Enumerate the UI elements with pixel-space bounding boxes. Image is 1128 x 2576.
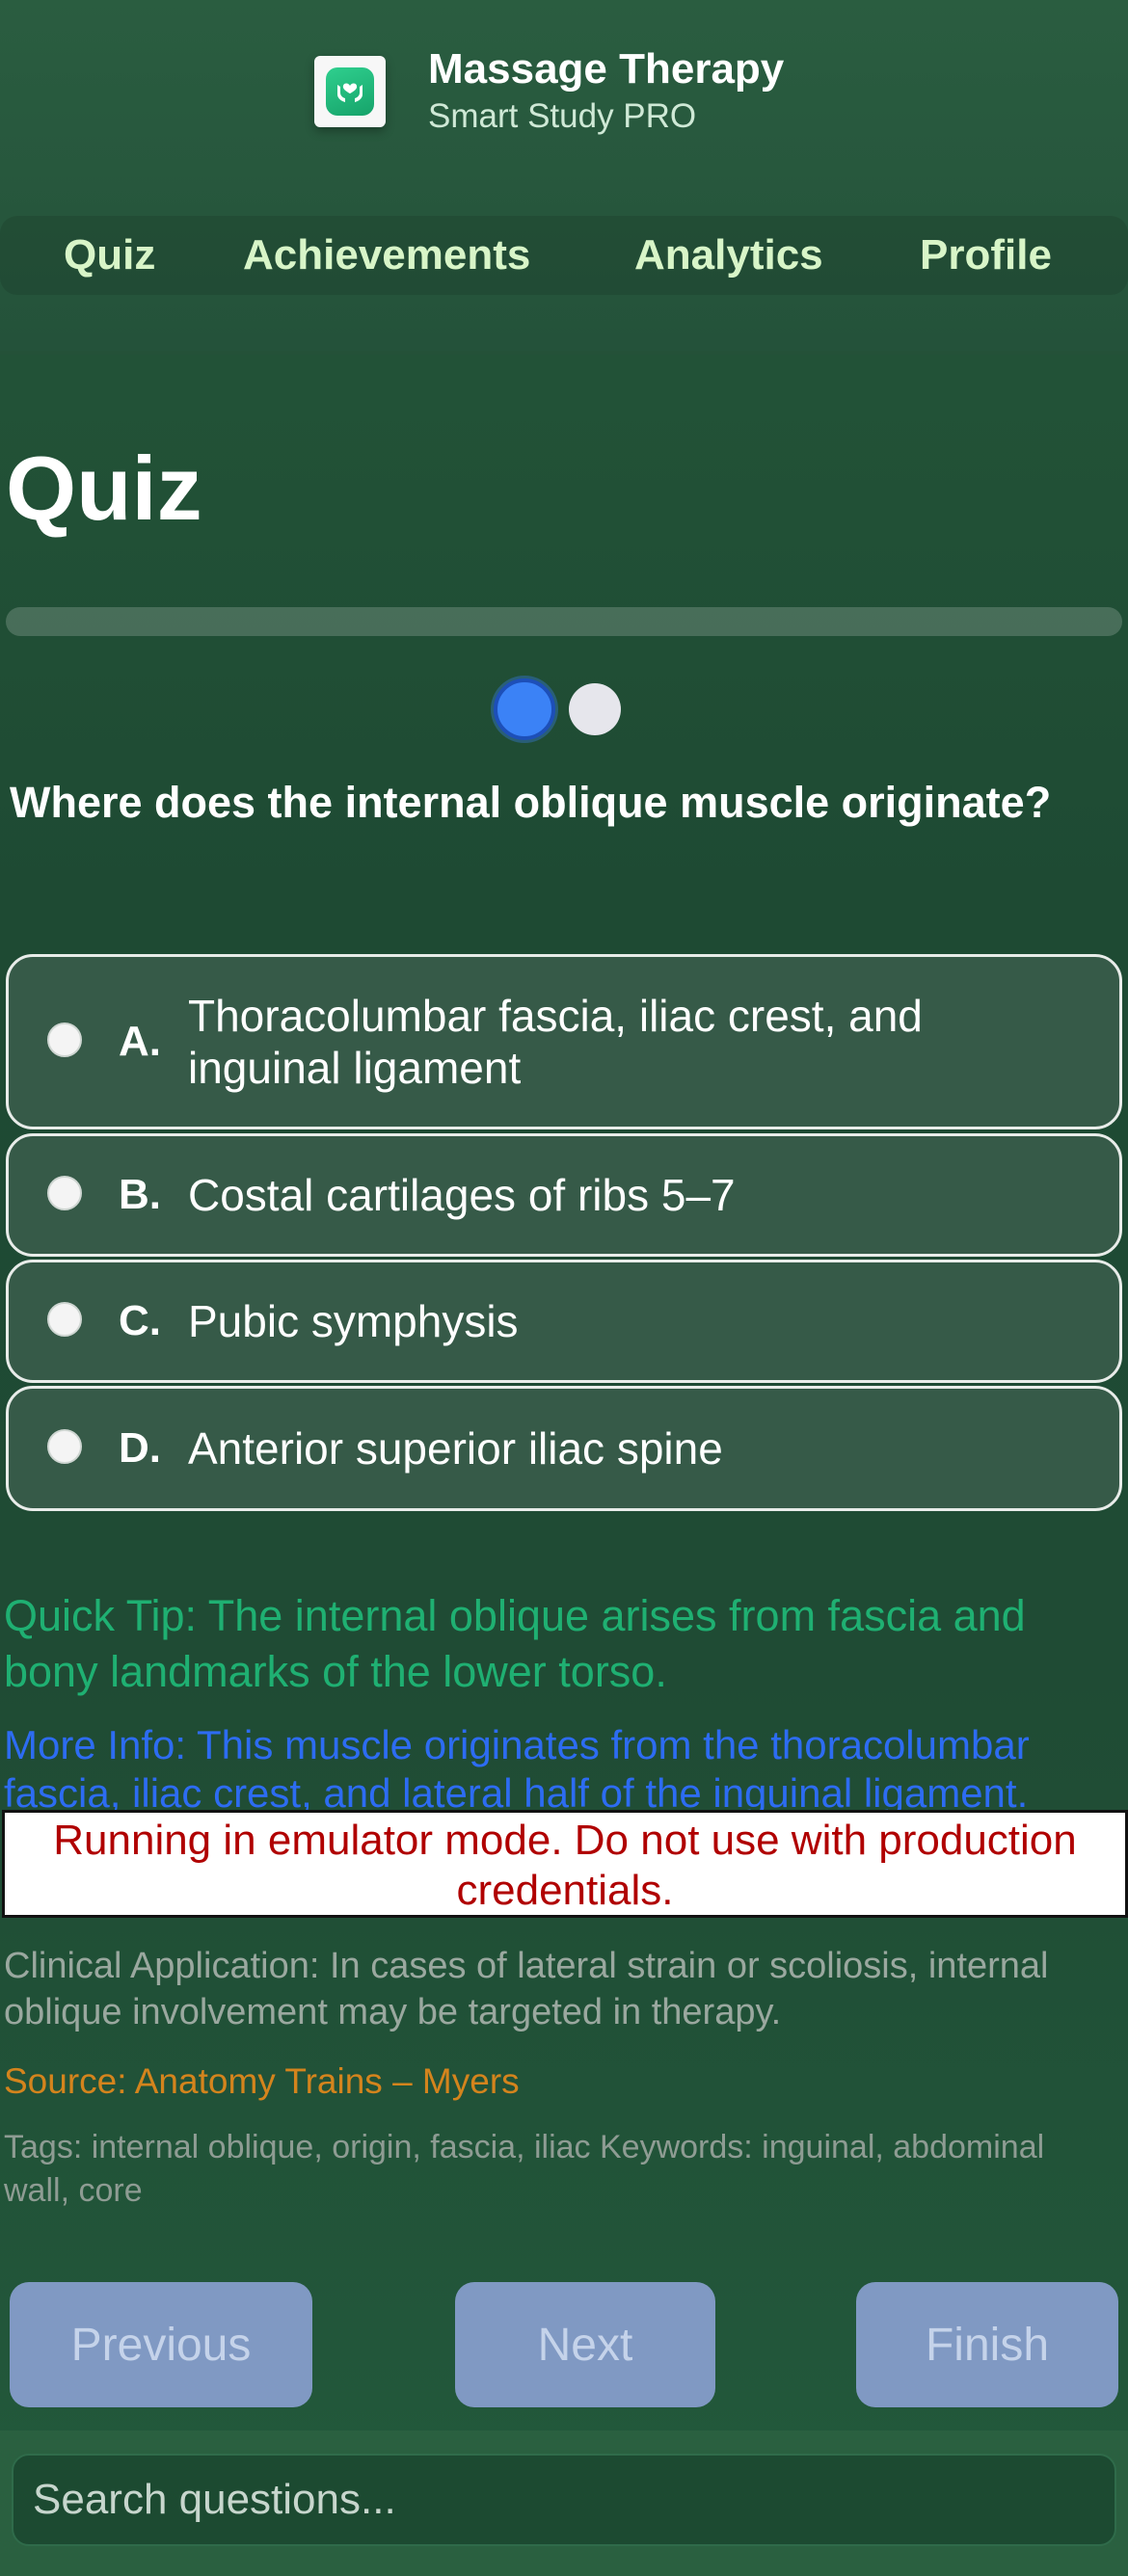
option-c[interactable]: C. Pubic symphysis — [6, 1260, 1122, 1383]
question-text: Where does the internal oblique muscle o… — [10, 778, 1052, 827]
progress-bar — [6, 607, 1122, 636]
option-letter: C. — [119, 1297, 161, 1344]
pager-dot-current[interactable] — [494, 678, 555, 740]
quick-tip: Quick Tip: The internal oblique arises f… — [4, 1591, 1026, 1696]
hands-heart-icon — [337, 83, 363, 102]
option-b[interactable]: B. Costal cartilages of ribs 5–7 — [6, 1133, 1122, 1257]
option-a[interactable]: A. Thoracolumbar fascia, iliac crest, an… — [6, 954, 1122, 1129]
option-letter: D. — [119, 1424, 161, 1472]
radio-button[interactable] — [47, 1022, 82, 1057]
more-info: More Info: This muscle originates from t… — [4, 1722, 1030, 1816]
option-d[interactable]: D. Anterior superior iliac spine — [6, 1386, 1122, 1511]
option-letter: B. — [119, 1171, 161, 1218]
option-text: Thoracolumbar fascia, iliac crest, and i… — [188, 991, 923, 1093]
app-title: Massage Therapy — [428, 45, 785, 93]
radio-button[interactable] — [47, 1176, 82, 1210]
nav-bar: Quiz Achievements Analytics Profile — [0, 216, 1128, 295]
finish-button[interactable]: Finish — [856, 2282, 1118, 2407]
nav-item-analytics[interactable]: Analytics — [634, 227, 823, 283]
option-text: Costal cartilages of ribs 5–7 — [188, 1170, 736, 1220]
option-text: Anterior superior iliac spine — [188, 1423, 723, 1474]
page-title: Quiz — [6, 438, 202, 539]
nav-item-achievements[interactable]: Achievements — [243, 227, 530, 283]
nav-item-quiz[interactable]: Quiz — [64, 227, 155, 283]
radio-button[interactable] — [47, 1302, 82, 1337]
app-subtitle: Smart Study PRO — [428, 97, 697, 135]
clinical-application: Clinical Application: In cases of latera… — [4, 1946, 1049, 2032]
question-pager — [494, 678, 621, 740]
nav-item-profile[interactable]: Profile — [920, 227, 1052, 283]
radio-button[interactable] — [47, 1429, 82, 1464]
option-letter: A. — [119, 1018, 161, 1065]
next-button[interactable]: Next — [455, 2282, 715, 2407]
source-citation: Source: Anatomy Trains – Myers — [4, 2061, 520, 2101]
search-input[interactable] — [12, 2454, 1116, 2546]
emulator-warning-banner: Running in emulator mode. Do not use wit… — [2, 1810, 1128, 1918]
brand: Massage Therapy Smart Study PRO — [314, 44, 784, 139]
option-text: Pubic symphysis — [188, 1296, 519, 1346]
tags-keywords: Tags: internal oblique, origin, fascia, … — [4, 2129, 1045, 2209]
app-logo-icon — [314, 56, 386, 127]
pager-dot[interactable] — [569, 683, 621, 735]
previous-button[interactable]: Previous — [10, 2282, 312, 2407]
app-header: Massage Therapy Smart Study PRO Quiz Ach… — [0, 0, 1128, 355]
